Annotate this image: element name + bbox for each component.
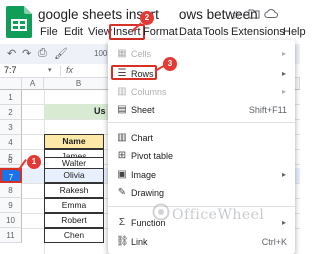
rows-highlight-box (111, 65, 157, 80)
officewheel-logo-icon (152, 203, 170, 221)
menu-item-link[interactable]: ⛓ Link Ctrl+K (108, 234, 295, 250)
paint-format-icon[interactable]: 🖌 (54, 47, 68, 60)
annotation-badge-1: 1 (27, 155, 41, 169)
annotation-badge-2: 2 (140, 11, 154, 25)
menu-item-pivot-table[interactable]: ⊞ Pivot table (108, 148, 295, 164)
row-header-3[interactable]: 3 (0, 120, 22, 135)
formula-separator (60, 66, 61, 76)
menu-divider (108, 122, 295, 123)
row-header-2[interactable]: 2 (0, 105, 22, 120)
menu-edit[interactable]: Edit (64, 26, 83, 38)
menu-item-sheet-label: Sheet (131, 105, 155, 115)
table-cell[interactable]: Emma (44, 198, 104, 213)
menu-item-chart-label: Chart (131, 133, 154, 143)
shortcut-label: Shift+F11 (248, 105, 287, 115)
link-icon: ⛓ (116, 236, 129, 247)
table-cell[interactable]: Robert (44, 213, 104, 228)
table-cell[interactable]: Olivia (44, 168, 104, 183)
cloud-icon[interactable] (264, 8, 278, 19)
columns-icon: ▥ (117, 86, 127, 97)
print-icon[interactable]: ⎙ (38, 47, 47, 60)
pivot-table-icon: ⊞ (117, 150, 127, 161)
table-cell[interactable]: Rakesh (44, 183, 104, 198)
row-header-10[interactable]: 10 (0, 213, 22, 228)
document-title-part2: ows between (178, 7, 258, 22)
row-header-4[interactable]: 4 (0, 135, 22, 150)
google-sheets-logo-icon[interactable] (6, 6, 32, 38)
menu-help[interactable]: Help (283, 26, 306, 38)
menu-tools[interactable]: Tools (203, 26, 229, 38)
image-icon: ▣ (117, 169, 127, 180)
menu-item-cells[interactable]: ▦ Cells ▸ (108, 46, 295, 62)
name-box-dropdown-icon[interactable]: ▾ (48, 66, 52, 74)
menu-file[interactable]: File (40, 26, 58, 38)
menu-item-cells-label: Cells (131, 49, 152, 59)
submenu-arrow-icon: ▸ (281, 49, 286, 58)
name-box[interactable]: 7:7 (4, 65, 17, 75)
table-cell[interactable]: Chen (44, 228, 104, 243)
column-header-a[interactable]: A (22, 78, 44, 90)
shortcut-label: Ctrl+K (261, 237, 287, 247)
menu-item-image-label: Image (131, 170, 157, 180)
row-header-1[interactable]: 1 (0, 90, 22, 105)
menu-insert[interactable]: Insert (109, 24, 145, 40)
function-icon: Σ (118, 217, 126, 228)
submenu-arrow-icon: ▸ (281, 218, 286, 227)
table-header-name[interactable]: Name (44, 134, 104, 149)
menu-format[interactable]: Format (143, 26, 178, 38)
menu-item-sheet[interactable]: ▤ Sheet Shift+F11 (108, 102, 295, 118)
column-header-b[interactable]: B (44, 78, 114, 90)
submenu-arrow-icon: ▸ (281, 170, 286, 179)
row-header-11[interactable]: 11 (0, 228, 22, 243)
folder-icon[interactable] (248, 9, 260, 19)
cells-icon: ▦ (117, 48, 127, 59)
watermark: OfficeWheel (172, 207, 265, 223)
annotation-badge-3: 3 (163, 57, 177, 71)
menu-item-link-label: Link (131, 237, 148, 247)
sheet-icon: ▤ (117, 104, 127, 115)
menu-extensions[interactable]: Extensions (231, 26, 285, 38)
zoom-select[interactable]: 100 (94, 49, 107, 58)
fx-icon: fx (66, 65, 74, 75)
menu-item-drawing[interactable]: ✎ Drawing (108, 185, 295, 201)
menu-item-chart[interactable]: ▥ Chart (108, 130, 295, 146)
select-all-corner[interactable] (0, 78, 22, 90)
menu-item-columns-label: Columns (131, 87, 167, 97)
row-header-9[interactable]: 9 (0, 198, 22, 213)
redo-icon[interactable]: ↷ (22, 47, 31, 60)
menu-item-columns[interactable]: ▥ Columns ▸ (108, 84, 295, 100)
menu-data[interactable]: Data (179, 26, 202, 38)
star-icon[interactable]: ☆ (231, 8, 242, 22)
chart-icon: ▥ (117, 132, 127, 143)
submenu-arrow-icon: ▸ (281, 87, 286, 96)
menu-item-image[interactable]: ▣ Image ▸ (108, 167, 295, 183)
submenu-arrow-icon: ▸ (281, 69, 286, 78)
menu-item-pivot-table-label: Pivot table (131, 151, 174, 161)
undo-icon[interactable]: ↶ (7, 47, 16, 60)
row-header-6-label: 6 (8, 156, 13, 165)
drawing-icon: ✎ (117, 187, 127, 198)
menu-item-drawing-label: Drawing (131, 188, 165, 198)
row-header-8[interactable]: 8 (0, 183, 22, 198)
